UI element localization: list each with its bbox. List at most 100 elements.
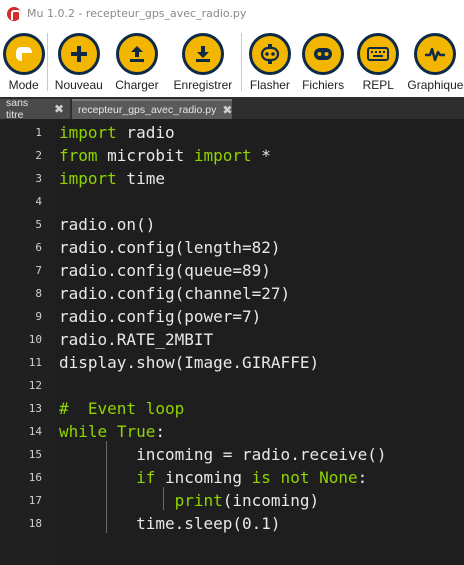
line-number: 10 — [28, 333, 42, 346]
code-text: radio.on() — [59, 215, 155, 234]
line-number: 8 — [35, 287, 42, 300]
close-icon[interactable]: ✖ — [54, 102, 64, 116]
code-token: * — [251, 146, 271, 165]
flash-label: Flasher — [249, 78, 290, 92]
upload-icon — [115, 33, 158, 75]
code-line[interactable]: 16 if incoming is not None: — [0, 466, 464, 489]
line-number: 13 — [28, 402, 42, 415]
code-token: import — [59, 169, 117, 188]
code-text: radio.RATE_2MBIT — [59, 330, 213, 349]
code-line[interactable]: 18 time.sleep(0.1) — [0, 512, 464, 535]
mode-button[interactable]: Mode — [0, 27, 47, 92]
code-token: from — [59, 146, 98, 165]
line-number: 6 — [35, 241, 42, 254]
line-number: 11 — [28, 356, 42, 369]
code-line[interactable]: 17 print(incoming) — [0, 489, 464, 512]
code-text: print(incoming) — [59, 491, 320, 510]
code-token: # Event loop — [59, 399, 185, 418]
flash-button[interactable]: Flasher — [245, 27, 294, 92]
mu-app-icon — [7, 6, 21, 21]
code-token: incoming — [155, 468, 252, 487]
code-token: None — [319, 468, 358, 487]
code-token: radio — [116, 123, 175, 142]
code-token: time — [116, 169, 165, 188]
line-number: 1 — [35, 126, 42, 139]
plotter-label: Graphique — [407, 78, 464, 92]
toolbar-separator — [47, 33, 49, 91]
line-number: 5 — [35, 218, 42, 231]
code-line[interactable]: 2 from microbit import * — [0, 144, 464, 167]
toolbar: Mode Nouveau Charger Enregistrer Flasher… — [0, 27, 464, 97]
code-token: incoming = radio.receive() — [59, 445, 387, 464]
line-number: 4 — [35, 195, 42, 208]
code-text: import time — [59, 169, 165, 188]
code-token: time.sleep(0.1) — [59, 514, 281, 533]
tab-bar: sans titre ✖ recepteur_gps_avec_radio.py… — [0, 97, 464, 121]
code-text: while True: — [59, 422, 165, 441]
code-token: import — [193, 146, 252, 165]
code-line[interactable]: 5 radio.on() — [0, 213, 464, 236]
code-line[interactable]: 14 while True: — [0, 420, 464, 443]
files-button[interactable]: Fichiers — [298, 27, 349, 92]
keyboard-icon — [357, 33, 400, 75]
code-token: : — [155, 422, 165, 441]
line-number: 2 — [35, 149, 42, 162]
code-line[interactable]: 3 import time — [0, 167, 464, 190]
save-button[interactable]: Enregistrer — [167, 27, 238, 92]
code-line[interactable]: 8 radio.config(channel=27) — [0, 282, 464, 305]
line-number: 16 — [28, 471, 42, 484]
files-label: Fichiers — [302, 78, 345, 92]
code-line[interactable]: 10 radio.RATE_2MBIT — [0, 328, 464, 351]
tab-recepteur[interactable]: recepteur_gps_avec_radio.py ✖ — [72, 99, 232, 119]
mode-icon — [2, 33, 45, 75]
code-token: import — [59, 123, 117, 142]
files-icon — [302, 33, 345, 75]
code-text: radio.config(queue=89) — [59, 261, 271, 280]
code-line[interactable]: 11 display.show(Image.GIRAFFE) — [0, 351, 464, 374]
code-editor[interactable]: 1 import radio 2 from microbit import * 3 imp… — [0, 119, 464, 565]
close-icon[interactable]: ✖ — [222, 103, 232, 117]
code-line[interactable]: 9 radio.config(power=7) — [0, 305, 464, 328]
code-token: radio.RATE_2MBIT — [59, 330, 214, 349]
line-number: 12 — [28, 379, 42, 392]
code-text: radio.config(power=7) — [59, 307, 261, 326]
line-number: 18 — [28, 517, 42, 530]
plotter-button[interactable]: Graphique — [407, 27, 464, 92]
line-number: 9 — [35, 310, 42, 323]
line-number: 14 — [28, 425, 42, 438]
code-text: radio.config(length=82) — [59, 238, 281, 257]
repl-button[interactable]: REPL — [354, 27, 403, 92]
new-button[interactable]: Nouveau — [53, 27, 104, 92]
code-token: while — [59, 422, 108, 441]
code-line[interactable]: 4 — [0, 190, 464, 213]
code-token: print — [174, 491, 223, 510]
code-line[interactable]: 6 radio.config(length=82) — [0, 236, 464, 259]
code-text: radio.config(channel=27) — [59, 284, 290, 303]
code-token: radio.config(queue=89) — [59, 261, 271, 280]
code-token: radio.on() — [59, 215, 156, 234]
line-number: 17 — [28, 494, 42, 507]
pulse-icon — [414, 33, 457, 75]
toolbar-separator — [241, 33, 243, 91]
code-token: radio.config(channel=27) — [59, 284, 291, 303]
code-line[interactable]: 15 incoming = radio.receive() — [0, 443, 464, 466]
load-button[interactable]: Charger — [108, 27, 165, 92]
new-label: Nouveau — [54, 78, 103, 92]
indent-guide — [106, 441, 107, 533]
code-line[interactable]: 13 # Event loop — [0, 397, 464, 420]
code-token: (incoming) — [222, 491, 320, 510]
microbit-icon — [248, 33, 291, 75]
code-token: display.show(Image.GIRAFFE) — [59, 353, 320, 372]
code-token: microbit — [97, 146, 194, 165]
code-line[interactable]: 12 — [0, 374, 464, 397]
code-line[interactable]: 1 import radio — [0, 121, 464, 144]
code-token: radio.config(length=82) — [59, 238, 281, 257]
tab-label: recepteur_gps_avec_radio.py — [78, 104, 217, 116]
code-line[interactable]: 7 radio.config(queue=89) — [0, 259, 464, 282]
title-bar: Mu 1.0.2 - recepteur_gps_avec_radio.py — [0, 0, 464, 27]
tab-untitled[interactable]: sans titre ✖ — [0, 97, 70, 121]
line-number: 3 — [35, 172, 42, 185]
